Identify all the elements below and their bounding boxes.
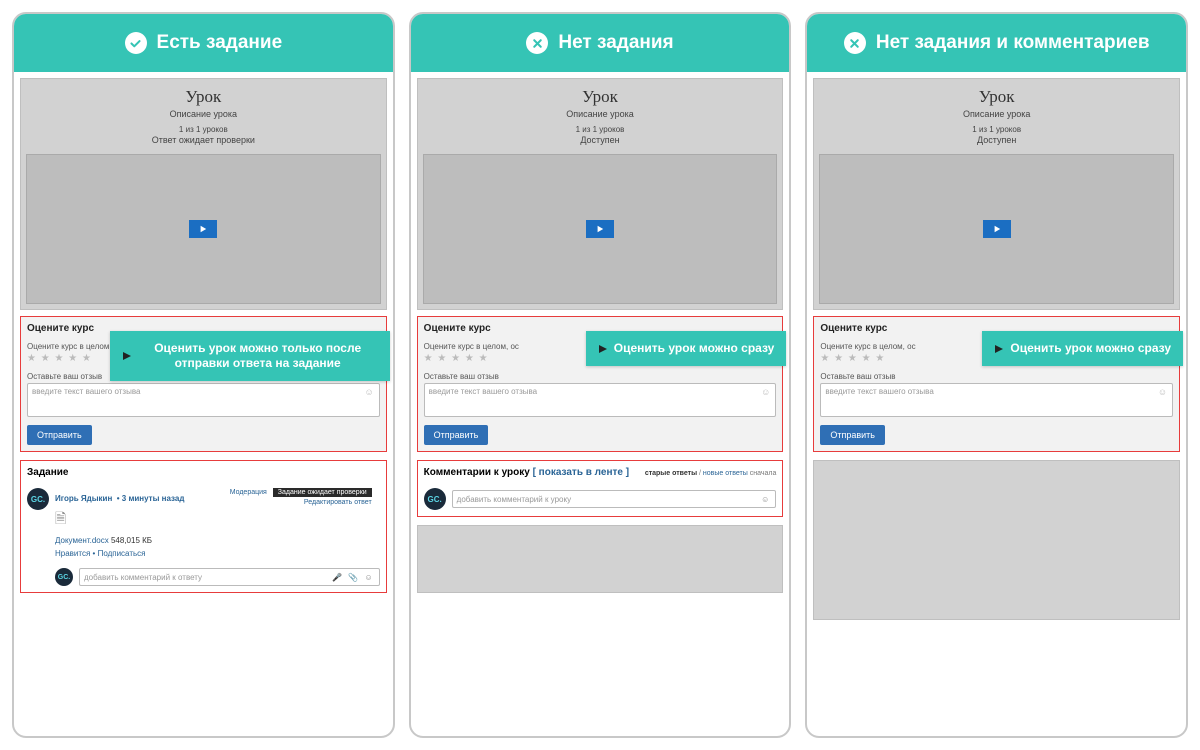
avatar: GC.	[55, 568, 73, 586]
comments-title: Комментарии к уроку [ показать в ленте ]	[424, 467, 629, 478]
play-button[interactable]	[189, 220, 217, 238]
callout: Оценить урок можно сразу	[982, 331, 1183, 366]
placeholder-block	[813, 460, 1180, 620]
card-body: Урок Описание урока 1 из 1 уроков Доступ…	[807, 72, 1186, 626]
input-icons[interactable]: 🎤 📎 ☺	[332, 573, 375, 582]
card-header-title: Нет задания	[558, 32, 673, 54]
lesson-box: Урок Описание урока 1 из 1 уроков Доступ…	[417, 78, 784, 310]
callout: Оценить урок можно сразу	[586, 331, 787, 366]
comments-block: Комментарии к уроку [ показать в ленте ]…	[417, 460, 784, 517]
task-badges: Модерация Задание ожидает проверки Редак…	[230, 488, 372, 506]
play-icon	[199, 225, 207, 233]
card-header-title: Нет задания и комментариев	[876, 32, 1150, 54]
arrow-right-icon	[598, 344, 608, 354]
lesson-box: Урок Описание урока 1 из 1 уроков Ответ …	[20, 78, 387, 310]
card-header-title: Есть задание	[157, 32, 283, 54]
callout-text: Оценить урок можно сразу	[614, 341, 775, 356]
review-placeholder: введите текст вашего отзыва	[429, 387, 537, 396]
card-body: Урок Описание урока 1 из 1 уроков Доступ…	[411, 72, 790, 599]
play-icon	[596, 225, 604, 233]
rating-block: Оцените курс Оцените курс в целом, ос ★ …	[813, 316, 1180, 452]
review-input[interactable]: введите текст вашего отзыва ☺	[27, 383, 380, 417]
comments-title-text: Комментарии к уроку	[424, 467, 530, 478]
show-in-feed-link[interactable]: [ показать в ленте ]	[533, 467, 629, 478]
play-icon	[993, 225, 1001, 233]
sort-new[interactable]: новые ответы	[703, 470, 748, 477]
task-status-badge: Задание ожидает проверки	[273, 488, 372, 497]
task-time: • 3 минуты назад	[117, 494, 185, 503]
task-title: Задание	[27, 467, 380, 478]
lesson-count: 1 из 1 уроков	[179, 125, 228, 134]
comments-sort: старые ответы / новые ответы сначала	[645, 470, 777, 477]
review-label: Оставьте ваш отзыв	[820, 372, 1173, 381]
lesson-desc: Описание урока	[566, 109, 633, 119]
video-area	[26, 154, 381, 304]
lesson-count: 1 из 1 уроков	[972, 125, 1021, 134]
lesson-desc: Описание урока	[170, 109, 237, 119]
file-name[interactable]: Документ.docx	[55, 536, 109, 545]
card-has-task: Есть задание Урок Описание урока 1 из 1 …	[12, 12, 395, 738]
file-icon: 🗎	[55, 508, 380, 532]
emoji-icon[interactable]: ☺	[364, 387, 373, 397]
callout: Оценить урок можно только после отправки…	[110, 331, 390, 381]
arrow-right-icon	[122, 351, 132, 361]
card-header: Есть задание	[14, 14, 393, 72]
send-button[interactable]: Отправить	[27, 425, 92, 445]
card-no-task-no-comments: Нет задания и комментариев Урок Описание…	[805, 12, 1188, 738]
card-header: Нет задания	[411, 14, 790, 72]
avatar: GC.	[27, 488, 49, 510]
lesson-status: Доступен	[977, 135, 1016, 145]
emoji-icon[interactable]: ☺	[761, 495, 771, 504]
emoji-icon[interactable]: ☺	[1158, 387, 1167, 397]
lesson-box: Урок Описание урока 1 из 1 уроков Доступ…	[813, 78, 1180, 310]
lesson-title: Урок	[185, 87, 221, 107]
play-button[interactable]	[983, 220, 1011, 238]
comment-placeholder: добавить комментарий к уроку	[457, 495, 571, 504]
lesson-status: Доступен	[580, 135, 619, 145]
subscribe-link[interactable]: Подписаться	[98, 549, 146, 558]
callout-text: Оценить урок можно сразу	[1010, 341, 1171, 356]
review-input[interactable]: введите текст вашего отзыва ☺	[424, 383, 777, 417]
review-placeholder: введите текст вашего отзыва	[32, 387, 140, 396]
lesson-desc: Описание урока	[963, 109, 1030, 119]
video-area	[423, 154, 778, 304]
arrow-right-icon	[994, 344, 1004, 354]
placeholder-block	[417, 525, 784, 593]
review-input[interactable]: введите текст вашего отзыва ☺	[820, 383, 1173, 417]
avatar: GC.	[424, 488, 446, 510]
comment-placeholder: добавить комментарий к ответу	[84, 573, 202, 582]
task-block: Задание GC. Игорь Ядыкин • 3 минуты наза…	[20, 460, 387, 593]
check-icon	[125, 32, 147, 54]
file-size: 548,015 КБ	[111, 536, 152, 545]
card-body: Урок Описание урока 1 из 1 уроков Ответ …	[14, 72, 393, 599]
task-author[interactable]: Игорь Ядыкин	[55, 494, 112, 503]
card-no-task: Нет задания Урок Описание урока 1 из 1 у…	[409, 12, 792, 738]
edit-answer-link[interactable]: Редактировать ответ	[230, 499, 372, 506]
send-button[interactable]: Отправить	[820, 425, 885, 445]
rating-block: Оцените курс Оцените курс в целом, ★ ★ ★…	[20, 316, 387, 452]
send-button[interactable]: Отправить	[424, 425, 489, 445]
play-button[interactable]	[586, 220, 614, 238]
moderation-link[interactable]: Модерация	[230, 489, 267, 496]
review-placeholder: введите текст вашего отзыва	[825, 387, 933, 396]
sort-suffix: сначала	[750, 470, 777, 477]
lesson-title: Урок	[979, 87, 1015, 107]
lesson-count: 1 из 1 уроков	[576, 125, 625, 134]
review-label: Оставьте ваш отзыв	[424, 372, 777, 381]
emoji-icon[interactable]: ☺	[761, 387, 770, 397]
cross-icon	[526, 32, 548, 54]
rating-block: Оцените курс Оцените курс в целом, ос ★ …	[417, 316, 784, 452]
like-link[interactable]: Нравится	[55, 549, 90, 558]
comment-input[interactable]: добавить комментарий к уроку ☺	[452, 490, 777, 508]
lesson-status: Ответ ожидает проверки	[152, 135, 255, 145]
cross-icon	[844, 32, 866, 54]
lesson-title: Урок	[582, 87, 618, 107]
comment-input[interactable]: добавить комментарий к ответу 🎤 📎 ☺	[79, 568, 380, 586]
callout-text: Оценить урок можно только после отправки…	[138, 341, 378, 371]
sort-old[interactable]: старые ответы	[645, 470, 697, 477]
video-area	[819, 154, 1174, 304]
card-header: Нет задания и комментариев	[807, 14, 1186, 72]
